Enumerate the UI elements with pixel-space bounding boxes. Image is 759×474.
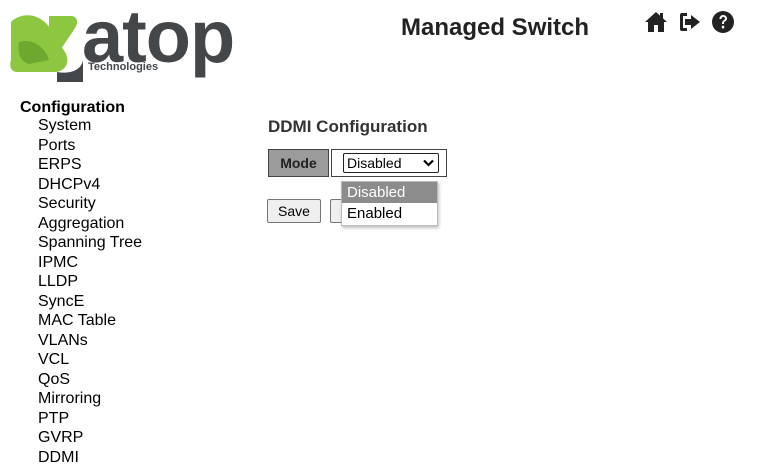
- mode-option-enabled[interactable]: Enabled: [342, 203, 437, 224]
- sidebar-item-erps[interactable]: ERPS: [38, 155, 142, 175]
- home-icon[interactable]: [644, 10, 668, 34]
- sidebar-item-mirroring[interactable]: Mirroring: [38, 389, 142, 409]
- logout-icon[interactable]: [678, 10, 702, 34]
- help-icon[interactable]: [711, 10, 735, 34]
- sidebar-item-system[interactable]: System: [38, 116, 142, 136]
- sidebar-item-dhcpv4[interactable]: DHCPv4: [38, 175, 142, 195]
- sidebar-item-gvrp[interactable]: GVRP: [38, 428, 142, 448]
- sidebar-item-ddmi[interactable]: DDMI: [38, 448, 142, 468]
- sidebar-item-security[interactable]: Security: [38, 194, 142, 214]
- mode-select[interactable]: Disabled: [343, 153, 439, 173]
- sidebar-item-ports[interactable]: Ports: [38, 136, 142, 156]
- sidebar-item-vcl[interactable]: VCL: [38, 350, 142, 370]
- sidebar-item-spanning-tree[interactable]: Spanning Tree: [38, 233, 142, 253]
- logo-tagline: Technologies: [88, 61, 159, 73]
- mode-select-value: Disabled: [347, 155, 402, 171]
- chevron-down-icon: [423, 159, 434, 167]
- mode-option-disabled[interactable]: Disabled: [342, 182, 437, 203]
- save-button[interactable]: Save: [267, 199, 321, 223]
- mode-cell: Disabled: [331, 149, 447, 177]
- page-title: DDMI Configuration: [268, 117, 428, 136]
- sidebar-title: Configuration: [20, 99, 125, 116]
- sidebar-item-ptp[interactable]: PTP: [38, 409, 142, 429]
- sidebar-item-lldp[interactable]: LLDP: [38, 272, 142, 292]
- sidebar-item-ipmc[interactable]: IPMC: [38, 253, 142, 273]
- atop-logo: atop Technologies: [9, 0, 245, 84]
- logo-mark-icon: [10, 15, 83, 82]
- sidebar-item-mac-table[interactable]: MAC Table: [38, 311, 142, 331]
- sidebar-nav: Configuration System Ports ERPS DHCPv4 S…: [20, 99, 142, 467]
- sidebar-item-aggregation[interactable]: Aggregation: [38, 214, 142, 234]
- sidebar-item-synce[interactable]: SyncE: [38, 292, 142, 312]
- app-title: Managed Switch: [401, 14, 590, 41]
- mode-label: Mode: [268, 149, 329, 177]
- sidebar-item-vlans[interactable]: VLANs: [38, 331, 142, 351]
- mode-dropdown-list: Disabled Enabled: [341, 181, 438, 226]
- sidebar-item-qos[interactable]: QoS: [38, 370, 142, 390]
